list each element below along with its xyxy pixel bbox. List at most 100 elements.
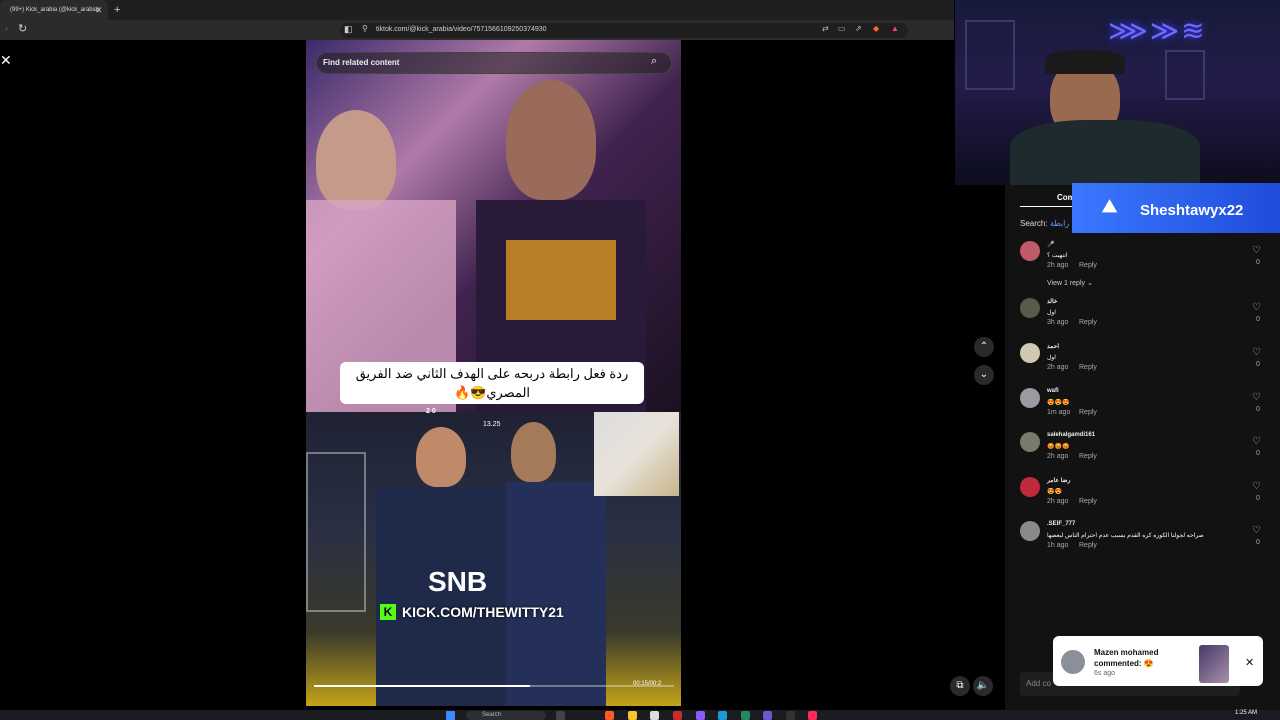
close-icon[interactable]: ✕	[1245, 656, 1254, 669]
reply-button[interactable]: Reply	[1079, 319, 1097, 326]
file-explorer-icon[interactable]	[628, 711, 637, 720]
reload-icon[interactable]: ↻	[18, 22, 27, 35]
comment-text: اول	[1047, 310, 1056, 316]
fan-face	[316, 110, 396, 210]
view-replies-button[interactable]: View 1 reply ⌄	[1047, 279, 1093, 287]
like-count: 0	[1256, 361, 1260, 368]
browser-tab-bar	[0, 0, 954, 20]
close-icon[interactable]: ✕	[0, 52, 12, 69]
brave-icon[interactable]	[605, 711, 614, 720]
heart-icon[interactable]: ♡	[1252, 525, 1261, 536]
reply-button[interactable]: Reply	[1079, 409, 1097, 416]
heart-icon[interactable]: ♡	[1252, 392, 1261, 403]
scoreboard: 2 0	[426, 408, 436, 415]
comment-username[interactable]: رضا عامر	[1047, 477, 1070, 484]
comment-text: صراحه لجولنا الكوره كره القدم بسبب عدم ا…	[1047, 533, 1204, 539]
heart-icon[interactable]: ♡	[1252, 436, 1261, 447]
reply-button[interactable]: Reply	[1079, 364, 1097, 371]
new-tab-button[interactable]: +	[114, 0, 120, 20]
taskbar-search[interactable]: Search	[466, 711, 546, 720]
heart-icon[interactable]: ♡	[1252, 481, 1261, 492]
comment-text: 😍😍😍	[1047, 400, 1070, 406]
comment-time: 2h ago	[1047, 498, 1069, 505]
avatar[interactable]	[1020, 241, 1040, 261]
avatar[interactable]	[1020, 477, 1040, 497]
heart-icon[interactable]: ♡	[1252, 245, 1261, 256]
comment-username[interactable]: .SEIF_777	[1047, 521, 1075, 527]
avatar[interactable]	[1020, 298, 1040, 318]
like-count: 0	[1256, 495, 1260, 502]
reply-button[interactable]: Reply	[1079, 453, 1097, 460]
comment-search-term[interactable]: رابطة	[1050, 219, 1069, 228]
notification-message: commented: 😍	[1094, 659, 1154, 668]
search-icon[interactable]: ⌕	[651, 55, 657, 68]
comment-time: 3h ago	[1047, 319, 1069, 326]
kick-watermark: KICK.COM/THEWITTY21	[402, 604, 564, 620]
heart-icon[interactable]: ♡	[1252, 347, 1261, 358]
comment-item: .SEIF_777 صراحه لجولنا الكوره كره القدم …	[1020, 521, 1270, 565]
next-video-button[interactable]: ⌄	[974, 365, 994, 385]
avatar[interactable]	[1020, 343, 1040, 363]
heart-icon[interactable]: ♡	[1252, 302, 1261, 313]
comment-username[interactable]: خالد	[1047, 298, 1058, 305]
translate-icon[interactable]: ⇄	[822, 24, 829, 33]
url-text[interactable]: tiktok.com/@kick_arabia/video/7571566109…	[376, 26, 547, 33]
like-count: 0	[1256, 259, 1260, 266]
comment-time: 1m ago	[1047, 409, 1071, 416]
store-icon[interactable]	[650, 711, 659, 720]
app-icon[interactable]	[786, 711, 795, 720]
like-count: 0	[1256, 539, 1260, 546]
app-icon[interactable]	[673, 711, 682, 720]
brave-shield-icon[interactable]: ◆	[873, 24, 879, 33]
bookmark-icon[interactable]: ◧	[344, 24, 353, 35]
comment-item: خالد اول 3h ago Reply ♡ 0	[1020, 298, 1270, 342]
app-icon[interactable]	[696, 711, 705, 720]
video-caption: ردة فعل رابطة دربحه على الهدف الثاني ضد …	[355, 366, 629, 400]
fan-face	[506, 80, 596, 200]
task-view-icon[interactable]	[556, 711, 565, 720]
inset-video	[594, 412, 679, 496]
wall-frame	[965, 20, 1015, 90]
avatar[interactable]	[1020, 521, 1040, 541]
screen-icon[interactable]: ▭	[838, 24, 846, 33]
share-icon[interactable]: ⇗	[855, 24, 862, 33]
avatar[interactable]	[1020, 432, 1040, 452]
site-settings-icon[interactable]: ⚲	[362, 24, 368, 33]
app-icon[interactable]	[741, 711, 750, 720]
avatar	[1061, 650, 1085, 674]
previous-video-button[interactable]: ⌃	[974, 337, 994, 357]
back-arrow-icon[interactable]: ›	[5, 23, 8, 33]
tab-close-icon[interactable]: ✕	[95, 0, 103, 20]
discord-icon[interactable]	[763, 711, 772, 720]
comment-username[interactable]: wafi	[1047, 388, 1059, 394]
rewards-icon[interactable]: ▲	[891, 24, 899, 33]
kick-logo-icon: K	[380, 604, 396, 620]
windows-start-icon[interactable]	[446, 711, 455, 720]
steam-icon[interactable]	[718, 711, 727, 720]
volume-icon[interactable]: 🔈	[973, 676, 993, 696]
reply-button[interactable]: Reply	[1079, 498, 1097, 505]
video-progress-bar[interactable]	[314, 685, 674, 687]
scarf	[506, 240, 616, 320]
reply-button[interactable]: Reply	[1079, 262, 1097, 269]
notification-name: Mazen mohamed	[1094, 648, 1159, 657]
playstation-logo-icon: ⛰	[1102, 196, 1118, 216]
pip-icon[interactable]: ⧉	[950, 676, 970, 696]
comment-text: 😡😡😡	[1047, 444, 1070, 450]
comment-time: 2h ago	[1047, 262, 1069, 269]
reply-button[interactable]: Reply	[1079, 542, 1097, 549]
windows-taskbar	[0, 710, 1280, 720]
comment-username[interactable]: احمد	[1047, 343, 1059, 350]
comment-text: انتهيت ؟	[1047, 253, 1068, 259]
browser-tab[interactable]: (99+) Kick_arabia (@kick_arabia)	[0, 0, 108, 20]
comment-username[interactable]: salehalgamdi161	[1047, 432, 1095, 438]
avatar[interactable]	[1020, 388, 1040, 408]
tiktok-icon[interactable]	[808, 711, 817, 720]
comment-search-label: Search:	[1020, 219, 1048, 228]
comment-username[interactable]: 🎤	[1047, 241, 1054, 248]
streamer-shirt	[1010, 120, 1200, 185]
search-placeholder: Find related content	[323, 58, 400, 67]
comment-time: 1h ago	[1047, 542, 1069, 549]
comment-item: wafi 😍😍😍 1m ago Reply ♡ 0	[1020, 388, 1270, 432]
psn-username: Sheshtawyx22	[1140, 202, 1244, 219]
